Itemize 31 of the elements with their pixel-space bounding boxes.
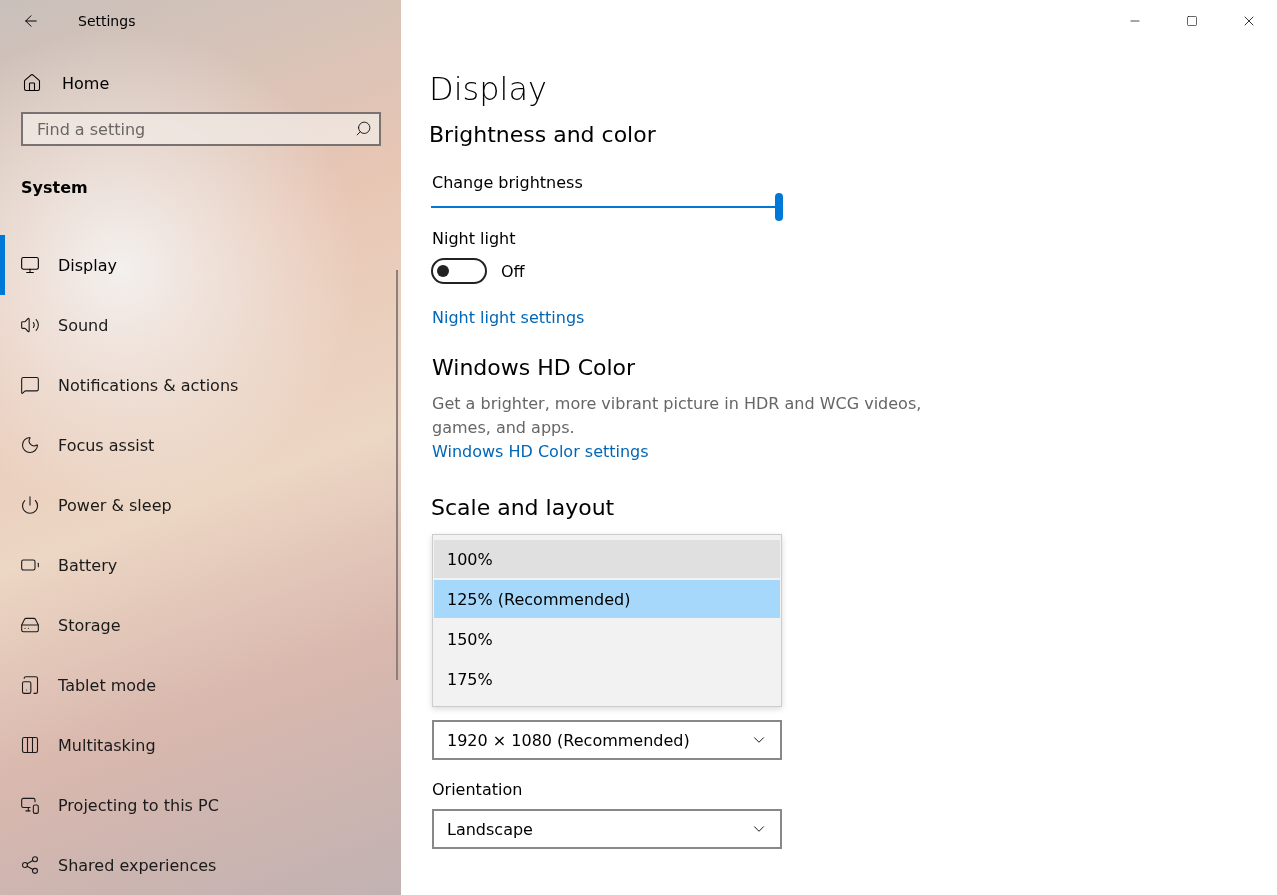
- slider-label: Change brightness: [432, 173, 584, 192]
- home-item[interactable]: Home: [0, 72, 401, 94]
- dropdown-option[interactable]: 100%: [434, 540, 780, 578]
- section-heading: Scale and layout: [431, 495, 616, 520]
- sidebar-item[interactable]: Notifications & actions: [0, 355, 401, 415]
- sidebar-item[interactable]: Focus assist: [0, 415, 401, 475]
- sidebar-item[interactable]: Multitasking: [0, 715, 401, 775]
- orientation-dropdown[interactable]: Landscape: [432, 809, 782, 849]
- page-title: Display: [429, 70, 548, 108]
- section-heading: Brightness and color: [429, 122, 657, 147]
- settings-link[interactable]: Night light settings: [432, 308, 585, 327]
- search-field[interactable]: Find a setting: [21, 112, 381, 146]
- window-title: Settings: [78, 13, 136, 29]
- setting-label: Night light: [432, 229, 517, 248]
- dropdown-option[interactable]: 125% (Recommended): [434, 580, 780, 618]
- sidebar-item[interactable]: Battery: [0, 535, 401, 595]
- sidebar-item[interactable]: Projecting to this PC: [0, 775, 401, 835]
- settings-link[interactable]: Windows HD Color settings: [432, 442, 649, 461]
- setting-label: Orientation: [432, 780, 524, 799]
- sidebar-item[interactable]: Sound: [0, 295, 401, 355]
- dropdown-option[interactable]: 150%: [434, 620, 780, 658]
- sidebar-item[interactable]: Storage: [0, 595, 401, 655]
- toggle-state: Off: [501, 261, 525, 281]
- sidebar-item[interactable]: Power & sleep: [0, 475, 401, 535]
- sidebar-item[interactable]: Shared experiences: [0, 835, 401, 895]
- sidebar-item[interactable]: Tablet mode: [0, 655, 401, 715]
- dropdown-option[interactable]: 175%: [434, 660, 780, 698]
- description-text: Get a brighter, more vibrant picture in HDR and WCG videos, games, and apps.: [432, 393, 923, 439]
- section-heading: Windows HD Color: [432, 355, 637, 380]
- resolution-dropdown[interactable]: 1920 × 1080 (Recommended): [432, 720, 782, 760]
- section-heading: System: [21, 178, 89, 197]
